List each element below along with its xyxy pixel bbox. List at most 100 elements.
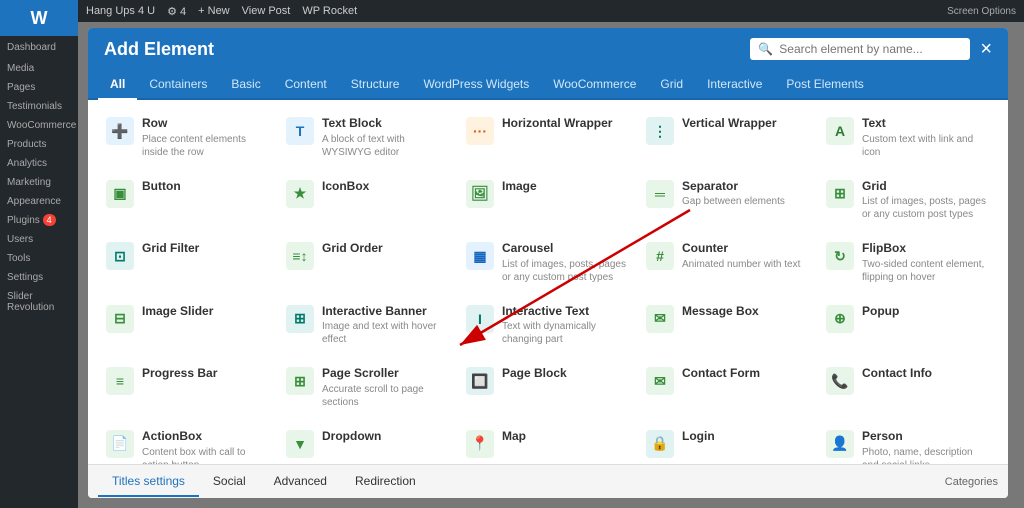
- tab-basic[interactable]: Basic: [219, 70, 272, 100]
- element-item-login[interactable]: 🔒 Login: [640, 421, 816, 464]
- element-item-contact-form[interactable]: ✉ Contact Form: [640, 358, 816, 417]
- element-item-text[interactable]: A Text Custom text with link and icon: [820, 108, 996, 167]
- element-icon: ★: [286, 180, 314, 208]
- element-item-interactive-text[interactable]: I Interactive Text Text with dynamically…: [460, 296, 636, 355]
- admin-bar: Hang Ups 4 U ⚙ 4 + New View Post WP Rock…: [78, 0, 1024, 22]
- sidebar-item-marketing[interactable]: Marketing: [0, 173, 78, 192]
- element-item-row[interactable]: ➕ Row Place content elements inside the …: [100, 108, 276, 167]
- adminbar-new[interactable]: + New: [198, 5, 230, 17]
- element-item-text-block[interactable]: T Text Block A block of text with WYSIWY…: [280, 108, 456, 167]
- element-text: Person Photo, name, description and soci…: [862, 429, 990, 464]
- element-text: Button: [142, 179, 270, 195]
- element-text: Image: [502, 179, 630, 195]
- categories-button[interactable]: Categories: [945, 476, 998, 488]
- element-item-carousel[interactable]: ▦ Carousel List of images, posts, pages …: [460, 233, 636, 292]
- element-text: Text Block A block of text with WYSIWYG …: [322, 116, 450, 159]
- adminbar-wp-rocket[interactable]: WP Rocket: [302, 5, 357, 17]
- element-item-button[interactable]: ▣ Button: [100, 171, 276, 230]
- search-input[interactable]: [779, 42, 962, 56]
- element-item-horizontal-wrapper[interactable]: ··· Horizontal Wrapper: [460, 108, 636, 167]
- element-item-interactive-banner[interactable]: ⊞ Interactive Banner Image and text with…: [280, 296, 456, 355]
- element-name: Contact Form: [682, 366, 810, 382]
- element-item-grid-order[interactable]: ≡↕ Grid Order: [280, 233, 456, 292]
- footer-tab-social[interactable]: Social: [199, 467, 260, 497]
- element-item-separator[interactable]: ═ Separator Gap between elements: [640, 171, 816, 230]
- screen-options[interactable]: Screen Options: [947, 6, 1016, 17]
- element-text: IconBox: [322, 179, 450, 195]
- tab-all[interactable]: All: [98, 70, 137, 100]
- footer-tab-redirection[interactable]: Redirection: [341, 467, 430, 497]
- element-item-page-block[interactable]: 🔲 Page Block: [460, 358, 636, 417]
- tab-containers[interactable]: Containers: [137, 70, 219, 100]
- sidebar-item-users[interactable]: Users: [0, 230, 78, 249]
- sidebar-item-media[interactable]: Media: [0, 59, 78, 78]
- sidebar-item-settings[interactable]: Settings: [0, 268, 78, 287]
- sidebar-item-tools[interactable]: Tools: [0, 249, 78, 268]
- sidebar-item-slider[interactable]: Slider Revolution: [0, 287, 78, 317]
- element-name: Dropdown: [322, 429, 450, 445]
- element-name: IconBox: [322, 179, 450, 195]
- sidebar-logo: W: [0, 0, 78, 36]
- element-icon: ⊞: [286, 305, 314, 333]
- element-item-vertical-wrapper[interactable]: ⋮ Vertical Wrapper: [640, 108, 816, 167]
- element-desc: Gap between elements: [682, 195, 810, 208]
- element-text: Image Slider: [142, 304, 270, 320]
- element-name: Button: [142, 179, 270, 195]
- element-item-flipbox[interactable]: ↻ FlipBox Two-sided content element, fli…: [820, 233, 996, 292]
- element-item-page-scroller[interactable]: ⊞ Page Scroller Accurate scroll to page …: [280, 358, 456, 417]
- tab-grid[interactable]: Grid: [648, 70, 695, 100]
- element-item-dropdown[interactable]: ▼ Dropdown: [280, 421, 456, 464]
- modal-tabs: All Containers Basic Content Structure W…: [88, 70, 1008, 100]
- element-item-map[interactable]: 📍 Map: [460, 421, 636, 464]
- sidebar-item-appearance[interactable]: Appearence: [0, 192, 78, 211]
- element-item-popup[interactable]: ⊕ Popup: [820, 296, 996, 355]
- element-item-image-slider[interactable]: ⊟ Image Slider: [100, 296, 276, 355]
- adminbar-item: ⚙ 4: [167, 5, 186, 18]
- search-icon: 🔍: [758, 42, 773, 56]
- element-desc: Photo, name, description and social link…: [862, 446, 990, 464]
- sidebar-item-plugins[interactable]: Plugins 4: [0, 211, 78, 230]
- modal-header-right: 🔍 ×: [750, 38, 992, 60]
- add-element-modal: Add Element 🔍 × All Containers Basic Con…: [88, 28, 1008, 498]
- element-name: Image Slider: [142, 304, 270, 320]
- sidebar-item-woocommerce[interactable]: WooCommerce: [0, 116, 78, 135]
- sidebar-item-products[interactable]: Products: [0, 135, 78, 154]
- element-item-message-box[interactable]: ✉ Message Box: [640, 296, 816, 355]
- adminbar-item[interactable]: Hang Ups 4 U: [86, 5, 155, 17]
- tab-content[interactable]: Content: [273, 70, 339, 100]
- element-icon: 📞: [826, 367, 854, 395]
- element-item-person[interactable]: 👤 Person Photo, name, description and so…: [820, 421, 996, 464]
- element-item-grid-filter[interactable]: ⊡ Grid Filter: [100, 233, 276, 292]
- footer-tab-titles[interactable]: Titles settings: [98, 467, 199, 497]
- element-desc: A block of text with WYSIWYG editor: [322, 133, 450, 159]
- tab-woocommerce[interactable]: WooCommerce: [541, 70, 648, 100]
- sidebar-item-pages[interactable]: Pages: [0, 78, 78, 97]
- element-name: Grid Order: [322, 241, 450, 257]
- sidebar-item-analytics[interactable]: Analytics: [0, 154, 78, 173]
- element-desc: List of images, posts, pages or any cust…: [502, 258, 630, 284]
- element-text: Map: [502, 429, 630, 445]
- element-item-iconbox[interactable]: ★ IconBox: [280, 171, 456, 230]
- search-box[interactable]: 🔍: [750, 38, 970, 60]
- tab-post-elements[interactable]: Post Elements: [774, 70, 875, 100]
- element-item-actionbox[interactable]: 📄 ActionBox Content box with call to act…: [100, 421, 276, 464]
- tab-interactive[interactable]: Interactive: [695, 70, 774, 100]
- element-text: Grid List of images, posts, pages or any…: [862, 179, 990, 222]
- tab-structure[interactable]: Structure: [339, 70, 412, 100]
- tab-wordpress-widgets[interactable]: WordPress Widgets: [411, 70, 541, 100]
- element-item-image[interactable]: 🖼 Image: [460, 171, 636, 230]
- adminbar-view-post[interactable]: View Post: [242, 5, 291, 17]
- element-icon: ⋮: [646, 117, 674, 145]
- element-item-contact-info[interactable]: 📞 Contact Info: [820, 358, 996, 417]
- element-icon: ▣: [106, 180, 134, 208]
- sidebar-item-dashboard[interactable]: Dashboard: [0, 36, 78, 59]
- close-button[interactable]: ×: [980, 39, 992, 59]
- element-item-progress-bar[interactable]: ≡ Progress Bar: [100, 358, 276, 417]
- element-item-counter[interactable]: # Counter Animated number with text: [640, 233, 816, 292]
- footer-tab-advanced[interactable]: Advanced: [260, 467, 341, 497]
- element-name: Vertical Wrapper: [682, 116, 810, 132]
- sidebar-item-testimonials[interactable]: Testimonials: [0, 97, 78, 116]
- element-desc: Content box with call to action button: [142, 446, 270, 464]
- element-item-grid[interactable]: ⊞ Grid List of images, posts, pages or a…: [820, 171, 996, 230]
- element-icon: A: [826, 117, 854, 145]
